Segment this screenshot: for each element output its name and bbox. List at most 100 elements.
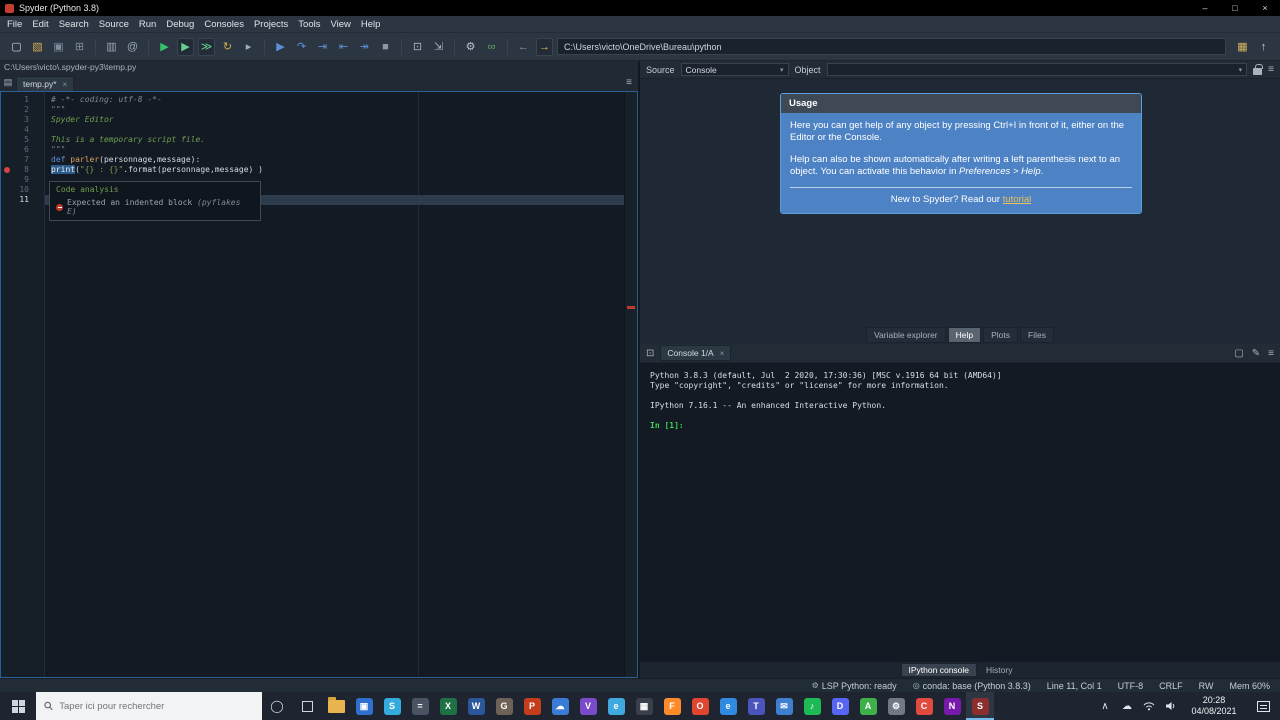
browse-working-directory-icon[interactable]: ▦ [1234, 38, 1251, 56]
run-cell-icon[interactable]: ▶ [177, 37, 194, 56]
tab-files[interactable]: Files [1020, 327, 1054, 343]
maximize-pane-icon[interactable]: ⊡ [409, 38, 426, 56]
pythonpath-icon[interactable]: ∞ [483, 38, 500, 56]
run-selection-icon[interactable]: ▸ [240, 38, 257, 56]
taskbar-app-skype[interactable]: S [378, 692, 406, 720]
continue-icon[interactable]: ↠ [356, 38, 373, 56]
taskbar-app-file-explorer[interactable] [322, 692, 350, 720]
line-number: 10 [19, 185, 29, 194]
lock-icon[interactable] [1253, 63, 1263, 75]
ipython-console-output[interactable]: Python 3.8.3 (default, Jul 2 2020, 17:30… [640, 363, 1280, 662]
stop-icon[interactable]: ■ [377, 38, 394, 56]
parent-directory-icon[interactable]: ↑ [1255, 38, 1272, 56]
tab-close-icon[interactable]: × [720, 349, 725, 358]
taskbar-app-opera[interactable]: O [686, 692, 714, 720]
help-source-dropdown[interactable]: Console ▾ [680, 63, 789, 76]
taskbar-app-visual-studio[interactable]: V [574, 692, 602, 720]
open-file-icon[interactable]: ▧ [29, 38, 46, 56]
create-cell-icon[interactable]: ▥ [103, 38, 120, 56]
volume-icon[interactable] [1160, 701, 1182, 711]
taskbar-app-teams[interactable]: T [742, 692, 770, 720]
help-object-combobox[interactable]: ▾ [826, 63, 1248, 76]
tab-close-icon[interactable]: × [63, 80, 68, 89]
search-input[interactable] [59, 700, 254, 712]
tab-plots[interactable]: Plots [983, 327, 1019, 343]
taskbar-app-mail[interactable]: ✉ [770, 692, 798, 720]
taskbar-app-discord[interactable]: D [826, 692, 854, 720]
new-file-icon[interactable]: ▢ [8, 38, 25, 56]
menu-help[interactable]: Help [356, 19, 386, 30]
action-center-button[interactable] [1246, 700, 1280, 712]
menu-view[interactable]: View [325, 19, 355, 30]
taskbar-app-excel[interactable]: X [434, 692, 462, 720]
rerun-cell-icon[interactable]: ↻ [219, 38, 236, 56]
menu-search[interactable]: Search [54, 19, 94, 30]
menu-file[interactable]: File [2, 19, 27, 30]
menu-projects[interactable]: Projects [249, 19, 293, 30]
tab-ipython-console[interactable]: IPython console [900, 663, 978, 677]
taskbar-app-calculator[interactable]: = [406, 692, 434, 720]
menu-debug[interactable]: Debug [161, 19, 199, 30]
taskbar-app-onenote[interactable]: N [938, 692, 966, 720]
minimize-button[interactable]: – [1190, 0, 1220, 16]
taskbar-app-settings[interactable]: ⚙ [882, 692, 910, 720]
taskbar-app-spyder[interactable]: S [966, 692, 994, 720]
tab-help[interactable]: Help [947, 327, 982, 343]
editor-scrollbar[interactable] [624, 92, 637, 677]
back-icon[interactable]: ← [515, 38, 532, 56]
tab-history[interactable]: History [979, 664, 1019, 676]
tutorial-link[interactable]: tutorial [1003, 194, 1032, 205]
start-button[interactable] [0, 692, 36, 720]
taskbar-app-onedrive[interactable]: ☁ [546, 692, 574, 720]
menu-source[interactable]: Source [94, 19, 134, 30]
onedrive-tray-icon[interactable]: ☁ [1116, 701, 1138, 712]
taskbar-search-box[interactable] [36, 692, 262, 720]
taskbar-app-powerpoint[interactable]: P [518, 692, 546, 720]
next-icon[interactable]: → [536, 37, 553, 56]
taskbar-app-spotify[interactable]: ♪ [798, 692, 826, 720]
new-window-icon[interactable]: ⊡ [646, 348, 654, 359]
console-tab[interactable]: Console 1/A × [660, 345, 732, 361]
step-over-icon[interactable]: ↷ [293, 38, 310, 56]
step-out-icon[interactable]: ⇤ [335, 38, 352, 56]
menu-consoles[interactable]: Consoles [199, 19, 249, 30]
taskbar-app-word[interactable]: W [462, 692, 490, 720]
taskbar-app-photos-dark[interactable]: ▦ [630, 692, 658, 720]
options-menu-icon[interactable]: ≡ [1268, 348, 1274, 359]
maximize-button[interactable]: □ [1220, 0, 1250, 16]
run-file-icon[interactable]: ▶ [156, 38, 173, 56]
file-list-icon[interactable]: ▤ [0, 77, 16, 88]
tray-chevron-up-icon[interactable]: ∧ [1094, 701, 1116, 712]
wifi-icon[interactable] [1138, 701, 1160, 711]
run-cell-advance-icon[interactable]: ≫ [198, 37, 215, 56]
debug-file-icon[interactable]: ▶ [272, 38, 289, 56]
inspect-icon[interactable]: ▢ [1234, 348, 1243, 359]
edit-icon[interactable]: ✎ [1252, 348, 1260, 359]
taskbar-app-firefox[interactable]: F [658, 692, 686, 720]
taskbar-app-edge[interactable]: e [714, 692, 742, 720]
save-all-icon[interactable]: ⊞ [71, 38, 88, 56]
taskbar-app-photos[interactable]: ▣ [350, 692, 378, 720]
working-directory-input[interactable] [557, 38, 1226, 55]
taskbar-clock[interactable]: 20:28 04/08/2021 [1182, 695, 1246, 717]
taskbar-app-anaconda[interactable]: A [854, 692, 882, 720]
cortana-button[interactable]: ◯ [262, 692, 292, 720]
fullscreen-icon[interactable]: ⇲ [430, 38, 447, 56]
tab-variable-explorer[interactable]: Variable explorer [866, 327, 946, 343]
close-button[interactable]: × [1250, 0, 1280, 16]
taskbar-app-gimp[interactable]: G [490, 692, 518, 720]
editor-options-menu-icon[interactable]: ≡ [626, 77, 632, 88]
preferences-icon[interactable]: ⚙ [462, 38, 479, 56]
help-options-menu-icon[interactable]: ≡ [1268, 64, 1274, 75]
menu-tools[interactable]: Tools [293, 19, 325, 30]
find-icon[interactable]: @ [124, 38, 141, 56]
menu-edit[interactable]: Edit [27, 19, 53, 30]
step-into-icon[interactable]: ⇥ [314, 38, 331, 56]
editor-tab-temp-py[interactable]: temp.py* × [16, 76, 75, 91]
task-view-button[interactable] [292, 692, 322, 720]
menu-run[interactable]: Run [134, 19, 161, 30]
code-editor[interactable]: 1 # -*- coding: utf-8 -*- 2 """ 3 Spyder Edit… [0, 91, 638, 678]
taskbar-app-browser[interactable]: e [602, 692, 630, 720]
save-icon[interactable]: ▣ [50, 38, 67, 56]
taskbar-app-chrome[interactable]: C [910, 692, 938, 720]
